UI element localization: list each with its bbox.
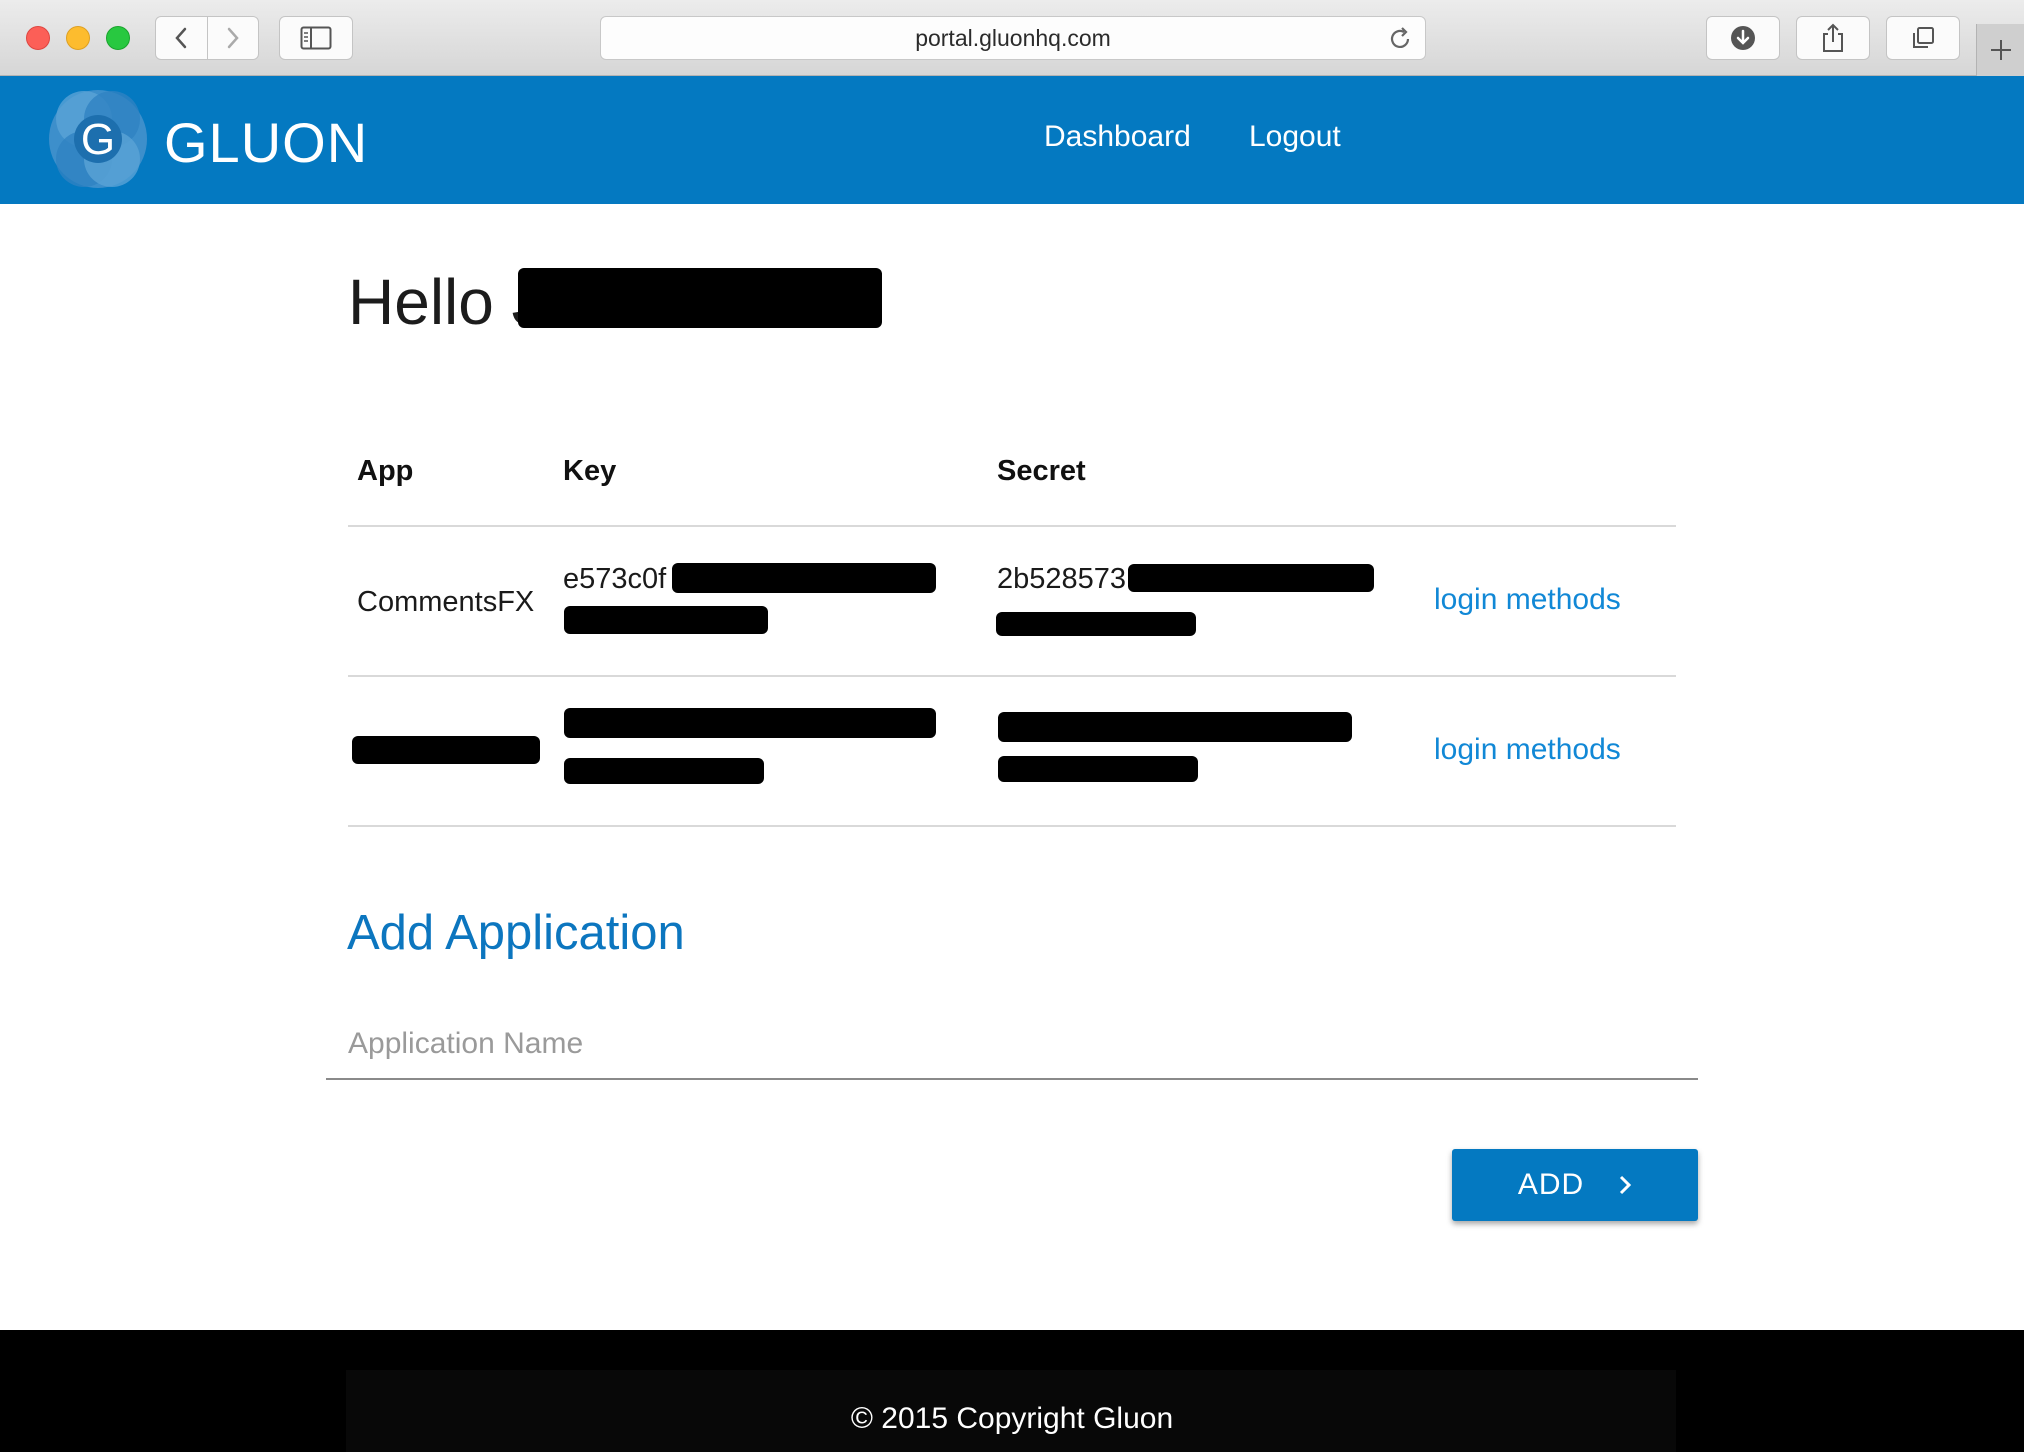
- nav-dashboard[interactable]: Dashboard: [1044, 120, 1191, 154]
- column-header-app: App: [357, 455, 414, 487]
- history-nav: [155, 16, 259, 60]
- close-window-button[interactable]: [26, 26, 50, 50]
- plus-icon: [1990, 40, 2011, 60]
- redaction-bar: [564, 606, 768, 634]
- address-bar-url: portal.gluonhq.com: [915, 24, 1111, 51]
- sidebar-toggle-button[interactable]: [279, 16, 353, 60]
- add-button-label: ADD: [1517, 1168, 1585, 1201]
- forward-button[interactable]: [206, 17, 258, 59]
- reload-icon[interactable]: [1387, 26, 1413, 58]
- minimize-window-button[interactable]: [66, 26, 90, 50]
- share-icon: [1823, 23, 1843, 52]
- row-1-login-methods-link[interactable]: login methods: [1434, 583, 1621, 617]
- redaction-bar: [998, 712, 1352, 742]
- new-tab-button[interactable]: [1976, 24, 2024, 76]
- table-divider: [348, 675, 1676, 677]
- row-2-login-methods-link[interactable]: login methods: [1434, 733, 1621, 767]
- row-1-secret: 2b528573: [997, 563, 1127, 595]
- redaction-bar: [352, 736, 540, 764]
- chevron-left-icon: [175, 27, 187, 49]
- column-header-secret: Secret: [997, 455, 1086, 487]
- redaction-bar: [1128, 564, 1374, 592]
- application-name-field: [326, 1010, 1698, 1080]
- table-divider: [348, 825, 1676, 827]
- nav-logout[interactable]: Logout: [1249, 120, 1341, 154]
- redaction-bar: [672, 563, 936, 593]
- gluon-logo[interactable]: G GLUON: [46, 84, 386, 194]
- downloads-button[interactable]: [1706, 16, 1780, 60]
- footer-copyright: © 2015 Copyright Gluon: [850, 1402, 1174, 1435]
- input-underline: [326, 1078, 1698, 1080]
- zoom-window-button[interactable]: [106, 26, 130, 50]
- share-button[interactable]: [1796, 16, 1870, 60]
- redaction-bar: [564, 708, 936, 738]
- tabs-icon: [1913, 27, 1934, 48]
- logo-letter: G: [81, 115, 115, 164]
- table-divider: [348, 525, 1676, 527]
- sidebar-icon: [300, 26, 332, 50]
- add-application-heading: Add Application: [347, 906, 685, 960]
- brand-name: GLUON: [164, 111, 368, 174]
- row-1-key: e573c0f: [563, 563, 667, 595]
- address-bar[interactable]: portal.gluonhq.com: [600, 16, 1426, 60]
- redaction-bar: [996, 612, 1196, 636]
- tabs-overview-button[interactable]: [1886, 16, 1960, 60]
- browser-toolbar: portal.gluonhq.com: [0, 0, 2024, 76]
- row-1-app: CommentsFX: [357, 586, 535, 618]
- column-header-key: Key: [563, 455, 617, 487]
- application-name-input[interactable]: [326, 1010, 1698, 1078]
- site-footer: © 2015 Copyright Gluon: [0, 1330, 2024, 1452]
- site-header: G GLUON Dashboard Logout: [0, 76, 2024, 204]
- back-button[interactable]: [156, 17, 207, 59]
- chevron-right-icon: [227, 27, 239, 49]
- add-button[interactable]: ADD: [1452, 1149, 1698, 1221]
- download-icon: [1731, 26, 1755, 50]
- redaction-bar: [564, 758, 764, 784]
- redaction-bar: [518, 268, 882, 328]
- redaction-bar: [998, 756, 1198, 782]
- chevron-right-icon: [1620, 1175, 1632, 1195]
- greeting: Hello J: [348, 266, 544, 338]
